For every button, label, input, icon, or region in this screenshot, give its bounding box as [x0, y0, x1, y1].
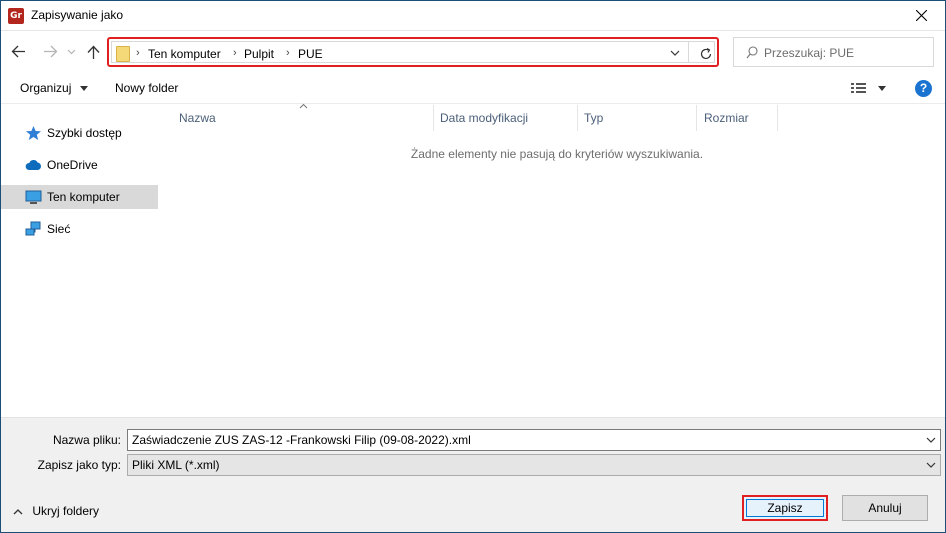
close-button[interactable] — [899, 1, 945, 31]
empty-results-message: Żadne elementy nie pasują do kryteriów w… — [410, 147, 704, 161]
nav-item-onedrive[interactable]: OneDrive — [1, 153, 158, 177]
arrow-right-icon — [44, 45, 58, 58]
arrow-left-icon — [11, 45, 25, 58]
app-logo-icon: Gr — [8, 8, 24, 24]
command-toolbar: Organizuj Nowy folder ? — [1, 73, 945, 104]
filename-value: Zaświadczenie ZUS ZAS-12 -Frankowski Fil… — [132, 433, 471, 447]
breadcrumb-separator-icon: › — [136, 47, 140, 59]
close-icon — [916, 10, 927, 21]
up-button[interactable] — [85, 42, 105, 62]
search-icon — [746, 46, 758, 59]
breadcrumb-this-pc[interactable]: Ten komputer — [148, 47, 221, 61]
search-box[interactable]: Przeszukaj: PUE — [733, 37, 934, 67]
cloud-icon — [25, 159, 42, 170]
breadcrumb-separator-icon: › — [286, 47, 290, 59]
view-details-icon — [851, 83, 886, 93]
filetype-value: Pliki XML (*.xml) — [132, 458, 220, 472]
caret-down-icon — [79, 86, 88, 92]
arrow-up-icon — [87, 45, 100, 59]
new-folder-button[interactable]: Nowy folder — [115, 81, 178, 95]
navigation-row: › Ten komputer › Pulpit › PUE Przeszukaj… — [1, 32, 945, 72]
navigation-pane: Szybki dostęp OneDrive Ten komputer Sieć — [1, 105, 159, 417]
filetype-select[interactable]: Pliki XML (*.xml) — [127, 454, 941, 476]
nav-item-this-pc[interactable]: Ten komputer — [1, 185, 158, 209]
column-header-name[interactable]: Nazwa — [179, 111, 216, 125]
breadcrumb-desktop[interactable]: Pulpit — [244, 47, 274, 61]
file-list: Nazwa Data modyfikacji Typ Rozmiar Żadne… — [169, 103, 945, 417]
search-placeholder: Przeszukaj: PUE — [764, 46, 855, 60]
network-icon — [25, 221, 41, 236]
column-header-type[interactable]: Typ — [584, 111, 603, 125]
help-button[interactable]: ? — [915, 80, 932, 97]
chevron-down-icon[interactable] — [926, 437, 936, 444]
hide-folders-button[interactable]: Ukryj foldery — [13, 504, 99, 518]
nav-item-network[interactable]: Sieć — [1, 217, 158, 241]
breadcrumb-pue[interactable]: PUE — [298, 47, 323, 61]
save-options-panel: Nazwa pliku: Zaświadczenie ZUS ZAS-12 -F… — [1, 417, 945, 532]
filename-label: Nazwa pliku: — [52, 433, 121, 447]
breadcrumb-separator-icon: › — [233, 47, 237, 59]
window-title: Zapisywanie jako — [31, 8, 124, 22]
chevron-down-icon[interactable] — [926, 462, 936, 469]
address-dropdown-icon[interactable] — [670, 49, 680, 57]
organize-button[interactable]: Organizuj — [20, 81, 88, 95]
folder-icon — [116, 46, 130, 62]
computer-icon — [25, 190, 42, 204]
title-bar: Gr Zapisywanie jako — [1, 1, 945, 31]
sort-ascending-icon — [299, 103, 308, 109]
cancel-button[interactable]: Anuluj — [842, 495, 928, 521]
chevron-down-icon — [67, 49, 76, 55]
refresh-icon[interactable] — [698, 46, 714, 62]
chevron-up-icon — [13, 509, 23, 515]
save-as-dialog: Gr Zapisywanie jako › Ten komputer › Pul… — [0, 0, 946, 533]
address-bar[interactable]: › Ten komputer › Pulpit › PUE — [107, 37, 719, 67]
star-icon — [26, 126, 41, 140]
filename-input[interactable]: Zaświadczenie ZUS ZAS-12 -Frankowski Fil… — [127, 429, 941, 451]
column-header-size[interactable]: Rozmiar — [704, 111, 749, 125]
save-button[interactable]: Zapisz — [742, 495, 828, 521]
back-button[interactable] — [9, 42, 29, 62]
change-view-button[interactable] — [851, 82, 889, 97]
column-header-date-modified[interactable]: Data modyfikacji — [440, 111, 528, 125]
nav-item-quick-access[interactable]: Szybki dostęp — [1, 121, 158, 145]
recent-locations-button[interactable] — [65, 42, 85, 62]
filetype-label: Zapisz jako typ: — [37, 458, 121, 472]
forward-button[interactable] — [41, 42, 61, 62]
